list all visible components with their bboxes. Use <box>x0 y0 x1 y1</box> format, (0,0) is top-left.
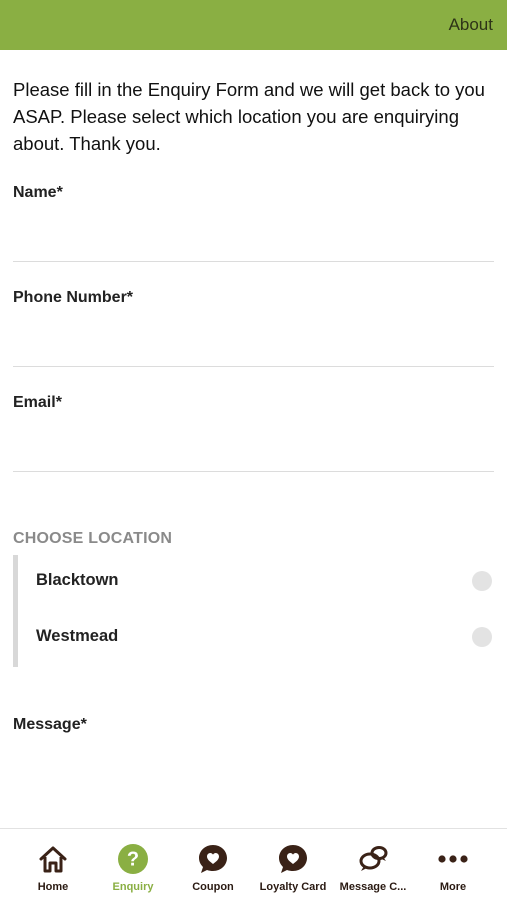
name-field-group: Name* <box>13 184 494 262</box>
email-field-group: Email* <box>13 394 494 472</box>
email-input[interactable] <box>13 424 494 458</box>
heart-bubble-icon <box>199 845 227 873</box>
intro-text: Please fill in the Enquiry Form and we w… <box>13 79 485 154</box>
phone-field-group: Phone Number* <box>13 289 494 367</box>
location-label: Blacktown <box>36 571 119 589</box>
tab-message-center[interactable]: Message C... <box>333 829 413 900</box>
email-label: Email* <box>13 394 62 411</box>
tab-home[interactable]: Home <box>13 829 93 900</box>
tab-coupon[interactable]: Coupon <box>173 829 253 900</box>
message-textarea[interactable] <box>13 744 494 814</box>
location-option-blacktown[interactable]: Blacktown <box>18 555 494 611</box>
tab-label: Enquiry <box>112 881 154 893</box>
location-option-westmead[interactable]: Westmead <box>18 611 494 667</box>
svg-text:?: ? <box>127 849 139 871</box>
more-dots-icon <box>438 855 468 863</box>
phone-label: Phone Number* <box>13 289 134 306</box>
location-radio-group: Blacktown Westmead <box>13 555 494 667</box>
message-field-group: Message* <box>13 716 494 816</box>
radio-button[interactable] <box>472 571 492 591</box>
name-input[interactable] <box>13 214 494 248</box>
heart-bubble-icon <box>279 845 307 873</box>
about-link[interactable]: About <box>449 15 493 35</box>
bottom-tab-bar: Home ? Enquiry Coupon Loyalty Card Messa… <box>0 828 507 900</box>
chat-bubbles-icon <box>359 846 388 871</box>
tab-more[interactable]: More <box>413 829 493 900</box>
tab-label: Message C... <box>339 881 407 893</box>
phone-input[interactable] <box>13 319 494 353</box>
tab-label: Loyalty Card <box>259 881 327 893</box>
home-icon <box>39 846 67 873</box>
tab-label: Coupon <box>192 881 234 893</box>
tab-label: More <box>439 881 467 893</box>
message-label: Message* <box>13 716 87 733</box>
choose-location-heading: CHOOSE LOCATION <box>13 530 173 547</box>
name-label: Name* <box>13 184 63 201</box>
radio-button[interactable] <box>472 627 492 647</box>
question-icon: ? <box>118 844 148 874</box>
tab-label: Home <box>37 881 69 893</box>
tab-loyalty-card[interactable]: Loyalty Card <box>253 829 333 900</box>
location-label: Westmead <box>36 627 119 645</box>
tab-enquiry[interactable]: ? Enquiry <box>93 829 173 900</box>
top-bar: About <box>0 0 507 50</box>
